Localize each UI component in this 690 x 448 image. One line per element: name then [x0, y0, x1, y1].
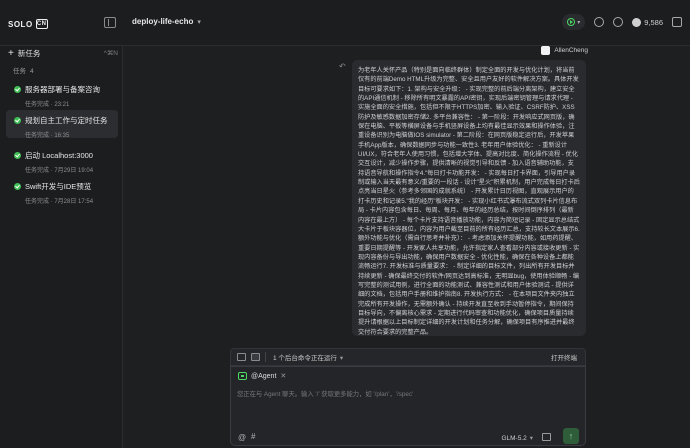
task-status: 任务完成 · 16:35 — [25, 133, 70, 139]
star-count: 9,586 — [644, 17, 663, 27]
chat-bubble-icon[interactable] — [613, 17, 624, 27]
task-item-active[interactable]: 规划自主工作与定时任务 任务完成 · 16:35 — [6, 110, 118, 139]
plus-icon: + — [8, 47, 14, 59]
task-status: 任务完成 · 7月29日 19:04 — [25, 168, 94, 174]
new-task-label: 新任务 — [17, 48, 41, 58]
panel-toggle-icon[interactable] — [672, 17, 682, 27]
sidebar-toggle-icon[interactable] — [104, 17, 116, 28]
running-commands-toggle[interactable]: 1 个后台命令正在运行 ▾ — [273, 352, 343, 362]
send-icon: ↑ — [568, 431, 574, 441]
divider — [265, 352, 266, 362]
tasks-count: 4 — [30, 68, 34, 75]
tasks-header: 任务 4 — [13, 65, 34, 75]
brand-badge: CN — [35, 19, 48, 29]
task-title: Swift开发与IDE预览 — [25, 182, 92, 191]
chevron-down-icon: ▾ — [529, 435, 533, 442]
send-button[interactable]: ↑ — [563, 428, 579, 444]
user-message: 为老年人关怀产品（特别是面向临终群体）制定全面的开发与优化计划，将当前仅有的前端… — [352, 60, 586, 336]
user-header: AllenCheng — [541, 46, 588, 55]
undo-icon[interactable]: ↶ — [339, 62, 346, 71]
project-selector[interactable]: deploy-life-echo ▾ — [132, 17, 201, 26]
github-icon — [632, 17, 642, 27]
chat-input[interactable] — [237, 387, 581, 401]
check-circle-icon — [14, 117, 21, 124]
check-circle-icon — [14, 152, 21, 159]
task-status: 任务完成 · 7月28日 17:54 — [25, 199, 94, 205]
open-terminal-button[interactable]: 打开终端 — [551, 352, 577, 362]
composer: @Agent ✕ @ # GLM-5.2▾ ↑ — [230, 366, 586, 446]
new-task-shortcut: ^⌘N — [103, 50, 118, 57]
sidebar: + 新任务 ^⌘N 任务 4 服务器部署与备案咨询 任务完成 · 23:21 规划… — [0, 46, 123, 448]
brand-logo: SOLO CN — [8, 17, 48, 31]
top-bar: SOLO CN deploy-life-echo ▾ ▾ 9,586 — [0, 0, 690, 46]
check-circle-icon — [14, 86, 21, 93]
brand-name: SOLO — [8, 19, 33, 29]
agent-icon — [238, 372, 247, 380]
tools-icon[interactable]: ✕ — [280, 372, 286, 380]
chat-panel: AllenCheng ↶ 为老年人关怀产品（特别是面向临终群体）制定全面的开发与… — [124, 46, 690, 448]
agent-tag[interactable]: @Agent ✕ — [238, 372, 286, 380]
user-name: AllenCheng — [554, 47, 588, 54]
tasks-header-label: 任务 — [13, 68, 26, 75]
top-right-actions: ▾ 9,586 — [562, 14, 682, 30]
agent-label: @Agent — [251, 372, 277, 380]
task-item[interactable]: 启动 Localhost:3000 任务完成 · 7月29日 19:04 — [6, 145, 118, 174]
background-status-bar: 1 个后台命令正在运行 ▾ 打开终端 — [230, 348, 586, 366]
chevron-down-icon: ▾ — [339, 355, 344, 362]
check-circle-icon — [14, 183, 21, 190]
terminal-icon[interactable] — [251, 353, 260, 361]
task-title: 启动 Localhost:3000 — [25, 151, 93, 160]
chevron-down-icon: ▾ — [197, 19, 201, 26]
mention-button[interactable]: @ — [238, 433, 246, 442]
task-title: 规划自主工作与定时任务 — [25, 116, 108, 125]
project-name: deploy-life-echo — [132, 17, 194, 26]
running-commands-text: 1 个后台命令正在运行 — [273, 355, 337, 362]
model-name: GLM-5.2 — [501, 435, 527, 442]
app-window: SOLO CN deploy-life-echo ▾ ▾ 9,586 + 新任务 … — [0, 0, 690, 448]
github-stars[interactable]: 9,586 — [632, 17, 663, 27]
task-title: 服务器部署与备案咨询 — [25, 85, 100, 94]
model-selector[interactable]: GLM-5.2 ▾ — [501, 434, 533, 442]
play-icon — [567, 18, 576, 26]
globe-icon[interactable] — [594, 17, 605, 27]
task-item[interactable]: Swift开发与IDE预览 任务完成 · 7月28日 17:54 — [6, 176, 118, 205]
task-status: 任务完成 · 23:21 — [25, 102, 70, 108]
avatar — [541, 46, 551, 55]
task-item[interactable]: 服务器部署与备案咨询 任务完成 · 23:21 — [6, 79, 118, 108]
run-button[interactable]: ▾ — [562, 14, 586, 30]
image-upload-icon[interactable] — [542, 433, 551, 441]
context-button[interactable]: # — [251, 432, 255, 441]
new-task-button[interactable]: + 新任务 ^⌘N — [8, 46, 118, 60]
chevron-down-icon: ▾ — [577, 19, 581, 26]
list-icon[interactable] — [237, 353, 246, 361]
